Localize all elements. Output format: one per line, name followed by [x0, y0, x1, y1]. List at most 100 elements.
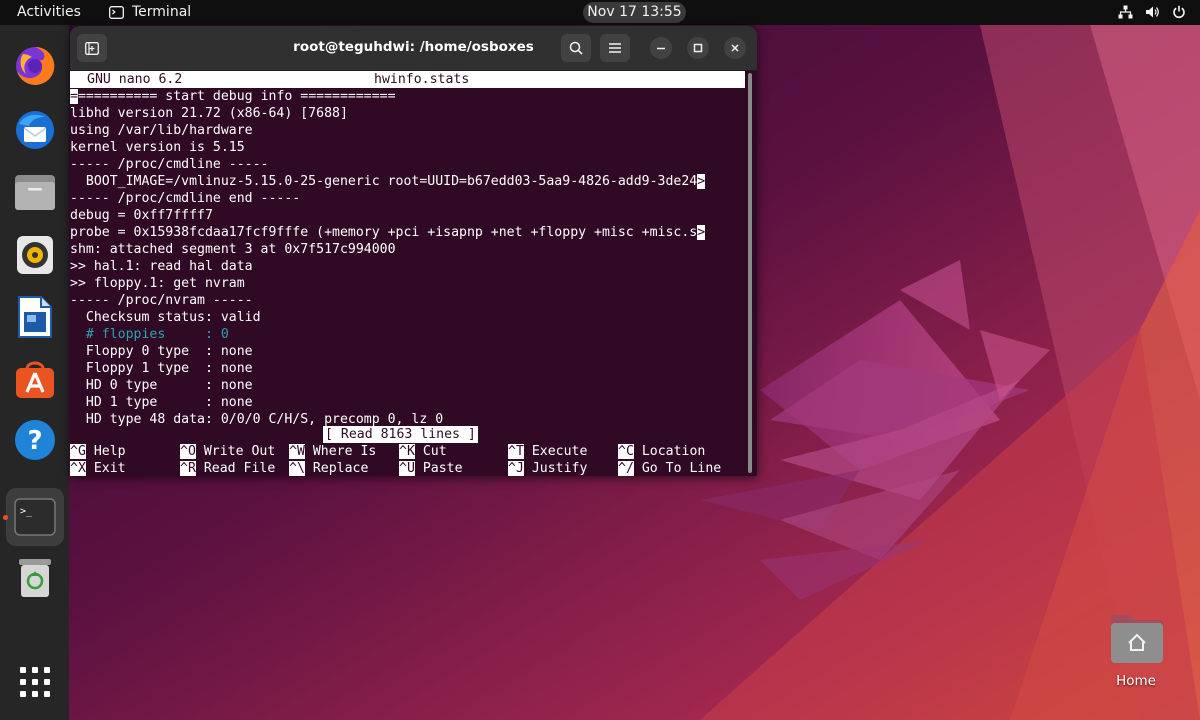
firefox-icon — [16, 46, 55, 85]
menu-icon — [609, 43, 621, 53]
dock-show-applications[interactable] — [10, 657, 60, 707]
dock-files[interactable] — [10, 167, 60, 217]
help-icon: ? — [15, 420, 55, 460]
shortcut-key: ^W — [289, 444, 305, 459]
shortcut-label: Go To Line — [641, 461, 722, 476]
shortcut-key: ^J — [508, 461, 524, 476]
shortcut-label: Justify — [531, 461, 588, 476]
dock-libreoffice-writer[interactable] — [10, 292, 60, 342]
text-line: using /var/lib/hardware — [70, 123, 253, 138]
text-line: Floppy 1 type : none — [70, 361, 253, 376]
shortcut-execute[interactable]: ^T Execute — [508, 443, 587, 460]
app-grid-icon — [20, 667, 50, 697]
dock: ? >_ — [0, 25, 69, 720]
rhythmbox-icon — [17, 236, 53, 274]
status-message: [ Read 8163 lines ] — [323, 426, 478, 443]
terminal-app-icon — [109, 5, 124, 19]
dock-trash[interactable] — [10, 553, 60, 603]
shortcut-label: Location — [641, 444, 706, 459]
trash-icon — [19, 559, 51, 597]
clock-button[interactable]: Nov 17 13:55 — [583, 2, 686, 23]
dock-terminal[interactable]: >_ — [6, 488, 64, 546]
activities-button[interactable]: Activities — [17, 4, 81, 20]
dock-thunderbird[interactable] — [10, 105, 60, 155]
dock-help[interactable]: ? — [10, 415, 60, 465]
truncation-marker: > — [697, 174, 706, 189]
text-line: Checksum status: valid — [70, 310, 261, 325]
text-line: debug = 0xff7ffff7 — [70, 208, 213, 223]
power-icon — [1173, 5, 1185, 19]
shortcut-label: Where Is — [312, 444, 377, 459]
close-button[interactable] — [724, 37, 746, 59]
shortcut-go-to-line[interactable]: ^/ Go To Line — [618, 460, 721, 476]
shortcut-where-is[interactable]: ^W Where Is — [289, 443, 376, 460]
shortcut-read-file[interactable]: ^R Read File — [180, 460, 275, 476]
shortcut-location[interactable]: ^C Location — [618, 443, 705, 460]
shortcut-key: ^/ — [618, 461, 634, 476]
shortcut-label: Read File — [203, 461, 276, 476]
system-tray[interactable] — [1118, 5, 1186, 19]
volume-icon — [1146, 6, 1159, 18]
text-line: >> floppy.1: get nvram — [70, 276, 245, 291]
home-folder-icon[interactable] — [1110, 613, 1164, 665]
text-line: ----- /proc/cmdline end ----- — [70, 191, 301, 206]
window-titlebar[interactable]: root@teguhdwi: /home/osboxes — [70, 26, 757, 71]
top-bar: Activities Terminal Nov 17 13:55 — [0, 0, 1200, 25]
nano-version: GNU nano 6.2 — [87, 72, 183, 87]
text-line: >> hal.1: read hal data — [70, 259, 253, 274]
nano-filename: hwinfo.stats — [374, 72, 470, 87]
text-line: =========== start debug info ===========… — [70, 88, 396, 105]
dock-rhythmbox[interactable] — [10, 230, 60, 280]
search-icon — [569, 41, 583, 55]
dock-firefox[interactable] — [10, 41, 60, 91]
software-store-icon — [16, 361, 54, 398]
minimize-icon — [657, 47, 665, 50]
app-menu-button[interactable]: Terminal — [109, 4, 191, 20]
terminal-content[interactable]: GNU nano 6.2 hwinfo.stats =========== st… — [70, 71, 757, 476]
maximize-button[interactable] — [687, 37, 709, 59]
nano-header: GNU nano 6.2 hwinfo.stats — [70, 71, 745, 88]
text-cursor: = — [70, 89, 78, 104]
text-line: libhd version 21.72 (x86-64) [7688] — [70, 106, 348, 121]
menu-button[interactable] — [600, 34, 630, 62]
running-indicator — [3, 515, 8, 520]
terminal-scrollbar[interactable] — [748, 73, 752, 473]
svg-text:>_: >_ — [20, 506, 33, 517]
shortcut-key: ^O — [180, 444, 196, 459]
shortcut-help[interactable]: ^G Help — [70, 443, 126, 460]
text-line: kernel version is 5.15 — [70, 140, 245, 155]
shortcut-exit[interactable]: ^X Exit — [70, 460, 126, 476]
comment-line: # floppies : 0 — [70, 327, 229, 342]
text-line: Floppy 0 type : none — [70, 344, 253, 359]
text-line: probe = 0x15938fcdaa17fcf9fffe (+memory … — [70, 224, 706, 241]
files-icon — [15, 175, 55, 210]
line-text: BOOT_IMAGE=/vmlinuz-5.15.0-25-generic ro… — [70, 174, 698, 189]
shortcut-justify[interactable]: ^J Justify — [508, 460, 587, 476]
shortcut-key: ^R — [180, 461, 196, 476]
shortcut-replace[interactable]: ^\ Replace — [289, 460, 368, 476]
text-line: HD 1 type : none — [70, 395, 253, 410]
maximize-icon — [693, 43, 703, 53]
text-line: BOOT_IMAGE=/vmlinuz-5.15.0-25-generic ro… — [70, 173, 706, 190]
shortcut-key: ^U — [399, 461, 415, 476]
line-1-rest: ========== start debug info ============ — [77, 89, 396, 104]
home-folder-label[interactable]: Home — [1100, 673, 1172, 689]
terminal-icon: >_ — [14, 498, 56, 536]
terminal-window: root@teguhdwi: /home/osboxes GNU nano 6.… — [70, 26, 757, 476]
shortcut-cut[interactable]: ^K Cut — [399, 443, 447, 460]
shortcut-label: Help — [93, 444, 126, 459]
shortcut-key: ^\ — [289, 461, 305, 476]
network-icon — [1118, 5, 1133, 19]
shortcut-paste[interactable]: ^U Paste — [399, 460, 463, 476]
search-button[interactable] — [561, 34, 591, 62]
text-line: ----- /proc/cmdline ----- — [70, 157, 269, 172]
shortcut-key: ^K — [399, 444, 415, 459]
svg-text:?: ? — [27, 426, 42, 456]
shortcut-label: Execute — [531, 444, 588, 459]
line-text: probe = 0x15938fcdaa17fcf9fffe (+memory … — [70, 225, 698, 240]
thunderbird-icon — [16, 111, 54, 149]
dock-ubuntu-software[interactable] — [10, 353, 60, 403]
minimize-button[interactable] — [650, 37, 672, 59]
shortcut-write-out[interactable]: ^O Write Out — [180, 443, 275, 460]
text-line: HD 0 type : none — [70, 378, 253, 393]
